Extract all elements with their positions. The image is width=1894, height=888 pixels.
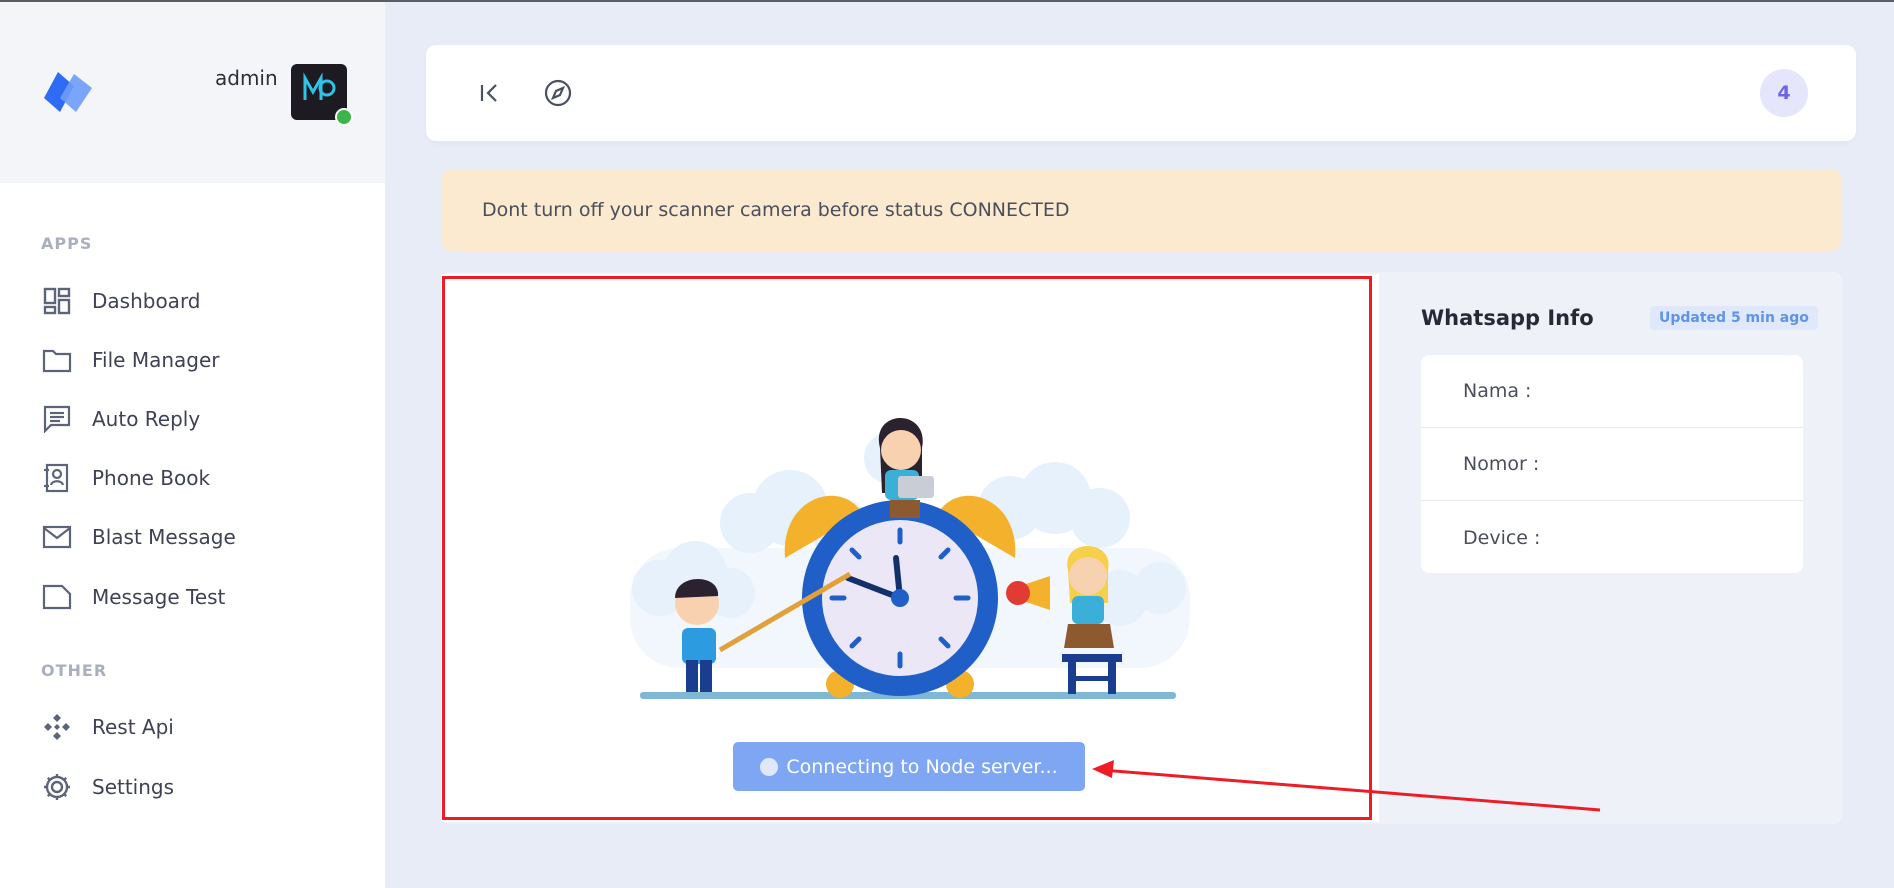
mail-icon	[42, 522, 72, 552]
section-label-apps: APPS	[41, 234, 93, 253]
info-row-nama: Nama :	[1421, 355, 1803, 428]
avatar[interactable]	[291, 64, 353, 126]
app-logo-icon[interactable]	[40, 68, 96, 116]
contact-book-icon	[42, 463, 72, 493]
sidebar-item-blast-message[interactable]: Blast Message	[42, 520, 236, 554]
info-row-nomor: Nomor :	[1421, 428, 1803, 501]
sidebar-item-label: Message Test	[92, 585, 226, 609]
sidebar-item-phone-book[interactable]: Phone Book	[42, 461, 210, 495]
info-row-device: Device :	[1463, 526, 1541, 549]
collapse-left-icon	[480, 84, 497, 102]
sidebar-item-label: Blast Message	[92, 525, 236, 549]
compass-icon	[544, 79, 572, 107]
user-name: admin	[215, 66, 278, 90]
gear-icon	[42, 772, 72, 802]
collapse-sidebar-button[interactable]	[472, 75, 508, 111]
top-bar: 4	[426, 45, 1856, 141]
sidebar-item-file-manager[interactable]: File Manager	[42, 343, 220, 377]
loading-spinner-icon	[760, 757, 779, 776]
section-label-other: OTHER	[41, 661, 108, 680]
sidebar-item-message-test[interactable]: Message Test	[42, 580, 225, 614]
explore-button[interactable]	[540, 75, 576, 111]
sidebar-item-label: Rest Api	[92, 715, 174, 739]
whatsapp-info-title: Whatsapp Info	[1421, 306, 1594, 330]
sidebar-item-auto-reply[interactable]: Auto Reply	[42, 402, 200, 436]
sidebar-item-settings[interactable]: Settings	[42, 770, 174, 804]
chat-icon	[42, 404, 72, 434]
sidebar-item-label: Settings	[92, 775, 175, 799]
updated-badge: Updated 5 min ago	[1650, 306, 1818, 330]
alarm-clock-illustration	[630, 418, 1190, 699]
api-icon	[42, 712, 72, 742]
sidebar: admin APPS Dashboard File Manager Auto R…	[0, 2, 385, 888]
avatar-logo-icon	[303, 72, 336, 100]
connecting-status-label: Connecting to Node server...	[786, 755, 1058, 778]
sidebar-header: admin	[0, 2, 385, 183]
online-status-dot	[335, 108, 353, 126]
folder-icon	[42, 345, 72, 375]
whatsapp-info-list: Nama : Nomor : Device :	[1421, 355, 1803, 573]
dashboard-icon	[42, 286, 72, 316]
sidebar-item-rest-api[interactable]: Rest Api	[42, 710, 174, 744]
warning-alert: Dont turn off your scanner camera before…	[441, 169, 1841, 251]
sidebar-item-label: Dashboard	[92, 289, 201, 313]
sidebar-item-dashboard[interactable]: Dashboard	[42, 284, 201, 318]
document-icon	[42, 582, 72, 612]
sidebar-item-label: Phone Book	[92, 466, 211, 490]
notification-badge[interactable]: 4	[1760, 69, 1808, 117]
sidebar-item-label: File Manager	[92, 348, 220, 372]
sidebar-item-label: Auto Reply	[92, 407, 201, 431]
connecting-status-button[interactable]: Connecting to Node server...	[733, 742, 1085, 791]
